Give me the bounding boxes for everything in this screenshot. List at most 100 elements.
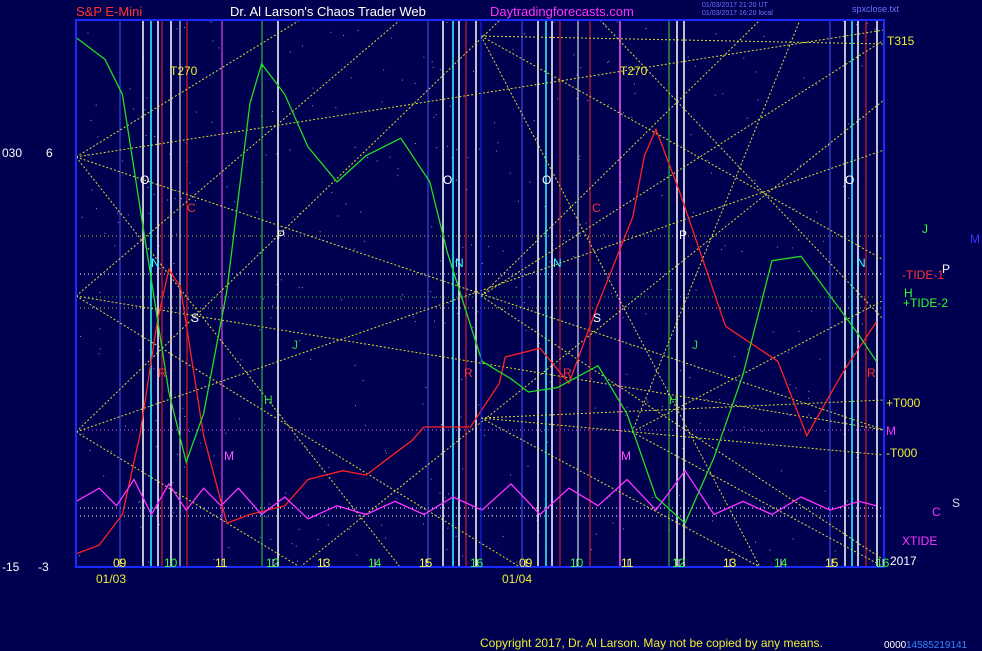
star-dot bbox=[484, 434, 486, 436]
star-dot bbox=[523, 302, 525, 303]
star-dot bbox=[184, 27, 186, 28]
star-dot bbox=[645, 313, 647, 315]
star-dot bbox=[240, 359, 242, 361]
star-dot bbox=[177, 453, 179, 455]
star-dot bbox=[495, 150, 497, 152]
star-dot bbox=[80, 335, 82, 337]
star-dot bbox=[97, 136, 99, 138]
star-dot bbox=[312, 87, 314, 89]
star-dot bbox=[746, 117, 748, 119]
star-dot bbox=[847, 197, 849, 199]
star-dot bbox=[863, 117, 865, 119]
star-dot bbox=[706, 399, 708, 401]
label-t000-minus: -T000 bbox=[886, 446, 918, 460]
star-dot bbox=[580, 67, 582, 69]
label-t315: T315 bbox=[887, 34, 915, 48]
star-dot bbox=[125, 425, 126, 427]
star-dot bbox=[362, 380, 364, 381]
star-dot bbox=[98, 353, 100, 355]
star-dot bbox=[481, 262, 483, 264]
star-dot bbox=[510, 474, 511, 476]
star-dot bbox=[808, 397, 809, 399]
star-dot bbox=[594, 407, 596, 409]
star-dot bbox=[578, 159, 580, 161]
x-tick-label: 09 bbox=[113, 556, 127, 570]
star-dot bbox=[524, 33, 526, 35]
star-dot bbox=[444, 497, 446, 499]
star-dot bbox=[616, 21, 618, 23]
star-dot bbox=[461, 378, 463, 380]
star-dot bbox=[789, 414, 790, 416]
star-dot bbox=[661, 195, 663, 196]
star-dot bbox=[456, 313, 458, 314]
star-dot bbox=[182, 407, 184, 409]
star-dot bbox=[425, 386, 427, 388]
star-dot bbox=[268, 503, 270, 505]
left-axis-bottom-a: -15 bbox=[2, 560, 20, 574]
star-dot bbox=[478, 148, 480, 150]
star-dot bbox=[685, 525, 687, 527]
star-dot bbox=[502, 535, 504, 537]
star-dot bbox=[626, 406, 628, 408]
star-dot bbox=[256, 211, 258, 213]
star-dot bbox=[747, 348, 749, 350]
star-dot bbox=[512, 48, 514, 50]
star-dot bbox=[355, 404, 356, 406]
star-dot bbox=[397, 168, 399, 170]
diagonal-cycle-lines bbox=[75, 19, 885, 568]
star-dot bbox=[153, 368, 155, 370]
star-dot bbox=[364, 424, 366, 426]
star-dot bbox=[354, 146, 356, 148]
star-dot bbox=[297, 560, 299, 562]
star-dot bbox=[460, 416, 462, 418]
star-dot bbox=[711, 172, 712, 174]
star-dot bbox=[270, 538, 272, 540]
star-dot bbox=[402, 294, 404, 296]
star-dot bbox=[138, 501, 140, 503]
star-dot bbox=[228, 547, 230, 548]
star-dot bbox=[291, 543, 293, 545]
star-dot bbox=[367, 157, 369, 159]
star-dot bbox=[791, 247, 793, 249]
cycle-marker-label: O bbox=[542, 173, 552, 187]
star-dot bbox=[301, 45, 303, 47]
label-right-M: M bbox=[886, 424, 896, 438]
star-dot bbox=[423, 523, 424, 525]
star-dot bbox=[345, 203, 347, 205]
star-dot bbox=[272, 305, 274, 307]
star-dot bbox=[573, 54, 575, 56]
star-dot bbox=[447, 527, 449, 529]
star-dot bbox=[189, 182, 191, 184]
timestamp-line-2: 01/03/2017 16:20 local bbox=[702, 10, 773, 17]
star-dot bbox=[472, 326, 474, 328]
star-dot bbox=[89, 450, 91, 451]
cycle-marker-label: P bbox=[679, 228, 688, 242]
star-dot bbox=[289, 149, 291, 151]
star-dot bbox=[536, 137, 538, 139]
cycle-marker-label: R bbox=[464, 366, 473, 380]
cycle-marker-label: N bbox=[151, 256, 160, 270]
star-dot bbox=[824, 490, 826, 492]
x-tick-label: 10 bbox=[570, 556, 584, 570]
star-dot bbox=[114, 245, 116, 247]
label-year: 2017 bbox=[890, 554, 917, 568]
star-dot bbox=[541, 431, 542, 433]
diagonal-line bbox=[631, 19, 801, 433]
star-dot bbox=[608, 60, 610, 62]
star-dot bbox=[529, 181, 531, 183]
star-dot bbox=[396, 498, 398, 500]
label-right-J: J bbox=[922, 222, 928, 236]
star-dot bbox=[298, 287, 300, 289]
star-dot bbox=[433, 116, 435, 118]
star-dot bbox=[780, 470, 782, 472]
star-dot bbox=[439, 69, 441, 71]
cycle-marker-label: J bbox=[292, 338, 298, 352]
star-dot bbox=[414, 143, 416, 144]
x-tick-label: 12 bbox=[266, 556, 280, 570]
star-dot bbox=[200, 442, 202, 444]
left-axis-top-a: 030 bbox=[2, 146, 23, 160]
x-tick-label: 14 bbox=[368, 556, 382, 570]
cycle-marker-label: S bbox=[191, 311, 200, 325]
site-link[interactable]: Daytradingforecasts.com bbox=[490, 4, 634, 19]
star-dot bbox=[528, 286, 530, 288]
